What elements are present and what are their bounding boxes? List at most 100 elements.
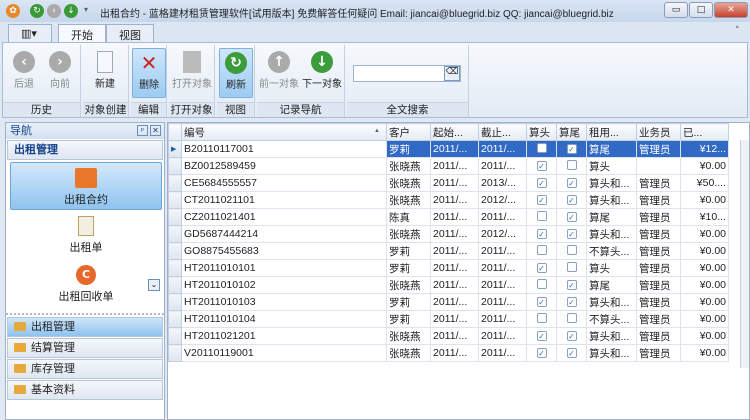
cell-count-end[interactable]: ✓ (556, 174, 587, 192)
table-row[interactable]: HT2011010103 罗莉 2011/... 2011/... ✓ ✓ 算头和... 管理… (168, 293, 729, 311)
checkbox-checked[interactable]: ✓ (536, 331, 547, 341)
forward-button[interactable]: › 向前 (43, 48, 77, 98)
cell-count-end[interactable] (556, 157, 587, 175)
splitter[interactable] (6, 313, 164, 315)
row-selector[interactable] (168, 208, 182, 226)
cell-count-start[interactable]: ✓ (526, 344, 557, 362)
table-row[interactable]: HT2011010101 罗莉 2011/... 2011/... ✓ 算头 管理员 ¥0.0… (168, 259, 729, 277)
prev-object-button[interactable]: ↑ 前一对象 (258, 48, 300, 98)
tab-view[interactable]: 视图 (106, 24, 154, 43)
tab-start[interactable]: 开始 (58, 24, 106, 43)
cell-count-end[interactable]: ✓ (556, 191, 587, 209)
next-object-button[interactable]: ↓ 下一对象 (301, 48, 343, 98)
row-selector[interactable] (168, 259, 182, 277)
cell-count-start[interactable]: ✓ (526, 225, 557, 243)
cell-count-start[interactable] (526, 208, 557, 226)
checkbox-unchecked[interactable] (566, 244, 577, 255)
table-row[interactable]: V20110119001 张晓燕 2011/... 2011/... ✓ ✓ 算头和... 管… (168, 344, 729, 362)
nav-section-header[interactable]: 出租管理 (7, 140, 163, 160)
column-header-count-end[interactable]: 算尾 (556, 123, 587, 141)
back-button[interactable]: ‹ 后退 (7, 48, 41, 98)
column-header-paid[interactable]: 已... (680, 123, 729, 141)
checkbox-checked[interactable]: ✓ (566, 144, 577, 154)
table-row[interactable]: CE5684555557 张晓燕 2011/... 2013/... ✓ ✓ 算头和... 管… (168, 174, 729, 192)
table-row[interactable]: BZ0012589459 张晓燕 2011/... 2011/... ✓ 算头 ¥0.00 (168, 157, 729, 175)
checkbox-unchecked[interactable] (566, 261, 577, 272)
checkbox-unchecked[interactable] (536, 244, 547, 255)
checkbox-checked[interactable]: ✓ (536, 348, 547, 358)
refresh-button[interactable]: ↻ 刷新 (219, 48, 253, 98)
column-header-rental-mode[interactable]: 租用... (586, 123, 637, 141)
row-selector[interactable] (168, 157, 182, 175)
minimize-button[interactable]: ▭ (664, 2, 688, 18)
cell-count-start[interactable]: ✓ (526, 191, 557, 209)
cell-count-end[interactable]: ✓ (556, 293, 587, 311)
row-selector[interactable] (168, 174, 182, 192)
back-quick-icon[interactable]: ‹ (47, 4, 61, 18)
column-header-end-date[interactable]: 截止... (478, 123, 527, 141)
cell-count-start[interactable]: ✓ (526, 327, 557, 345)
checkbox-checked[interactable]: ✓ (566, 297, 577, 307)
table-row[interactable]: CT2011021101 张晓燕 2011/... 2012/... ✓ ✓ 算头和... 管… (168, 191, 729, 209)
customize-quick-access-icon[interactable]: ▾ (84, 5, 88, 14)
row-selector[interactable] (168, 242, 182, 260)
table-row[interactable]: HT2011010104 罗莉 2011/... 2011/... 不算头... 管理员 ¥… (168, 310, 729, 328)
checkbox-checked[interactable]: ✓ (536, 195, 547, 205)
cell-count-end[interactable] (556, 259, 587, 277)
nav-item-rental-return[interactable]: C 出租回收单 (10, 260, 162, 308)
cell-count-end[interactable]: ✓ (556, 225, 587, 243)
cell-count-start[interactable] (526, 276, 557, 294)
cell-count-end[interactable]: ✓ (556, 276, 587, 294)
checkbox-checked[interactable]: ✓ (566, 348, 577, 358)
checkbox-checked[interactable]: ✓ (536, 229, 547, 239)
down-quick-icon[interactable]: ↓ (64, 4, 78, 18)
cell-count-end[interactable] (556, 310, 587, 328)
cell-count-start[interactable] (526, 242, 557, 260)
scroll-down-icon[interactable]: ⌄ (148, 279, 160, 291)
checkbox-checked[interactable]: ✓ (536, 178, 547, 188)
table-row[interactable]: GD5687444214 张晓燕 2011/... 2012/... ✓ ✓ 算头和... 管… (168, 225, 729, 243)
pin-icon[interactable]: ᵖ (137, 125, 148, 136)
vertical-scrollbar[interactable] (740, 140, 749, 368)
cell-count-end[interactable]: ✓ (556, 344, 587, 362)
row-selector[interactable]: ▶ (168, 140, 182, 158)
nav-item-rental-order[interactable]: 出租单 (10, 211, 162, 259)
row-selector[interactable] (168, 225, 182, 243)
refresh-quick-icon[interactable]: ↻ (30, 4, 44, 18)
checkbox-unchecked[interactable] (566, 312, 577, 323)
checkbox-checked[interactable]: ✓ (536, 161, 547, 171)
cell-count-end[interactable]: ✓ (556, 327, 587, 345)
cell-count-start[interactable] (526, 140, 557, 158)
nav-item-rental-contract[interactable]: 出租合约 (10, 162, 162, 210)
open-object-button[interactable]: 打开对象 (170, 48, 214, 98)
row-selector[interactable] (168, 293, 182, 311)
checkbox-checked[interactable]: ✓ (566, 212, 577, 222)
table-row[interactable]: CZ2011021401 陈真 2011/... 2011/... ✓ 算尾 管理员 ¥10.… (168, 208, 729, 226)
close-button[interactable]: ✕ (714, 2, 748, 18)
nav-group-inventory[interactable]: 库存管理 (7, 359, 163, 379)
cell-count-end[interactable]: ✓ (556, 140, 587, 158)
table-row[interactable]: ▶ B20110117001 罗莉 2011/... 2011/... ✓ 算尾 管理员 ¥12… (168, 140, 729, 158)
checkbox-unchecked[interactable] (566, 159, 577, 170)
checkbox-checked[interactable]: ✓ (566, 195, 577, 205)
new-button[interactable]: 新建 (88, 48, 122, 98)
search-clear-icon[interactable]: ⌫ (444, 66, 460, 81)
cell-count-start[interactable]: ✓ (526, 157, 557, 175)
app-menu-button[interactable]: ▥▾ (8, 24, 52, 43)
row-selector[interactable] (168, 191, 182, 209)
column-header-code[interactable]: 编号 ▲ (181, 123, 387, 141)
column-header-count-start[interactable]: 算头 (526, 123, 557, 141)
checkbox-checked[interactable]: ✓ (536, 263, 547, 273)
row-selector[interactable] (168, 344, 182, 362)
cell-count-end[interactable] (556, 242, 587, 260)
checkbox-checked[interactable]: ✓ (566, 331, 577, 341)
row-selector[interactable] (168, 276, 182, 294)
cell-count-start[interactable]: ✓ (526, 259, 557, 277)
checkbox-unchecked[interactable] (536, 210, 547, 221)
collapse-ribbon-icon[interactable]: ˄ (735, 26, 740, 36)
table-row[interactable]: GO8875455683 罗莉 2011/... 2011/... 不算头... 管理员 ¥… (168, 242, 729, 260)
close-panel-icon[interactable]: ✕ (150, 125, 161, 136)
checkbox-checked[interactable]: ✓ (566, 178, 577, 188)
checkbox-unchecked[interactable] (536, 312, 547, 323)
cell-count-start[interactable] (526, 310, 557, 328)
